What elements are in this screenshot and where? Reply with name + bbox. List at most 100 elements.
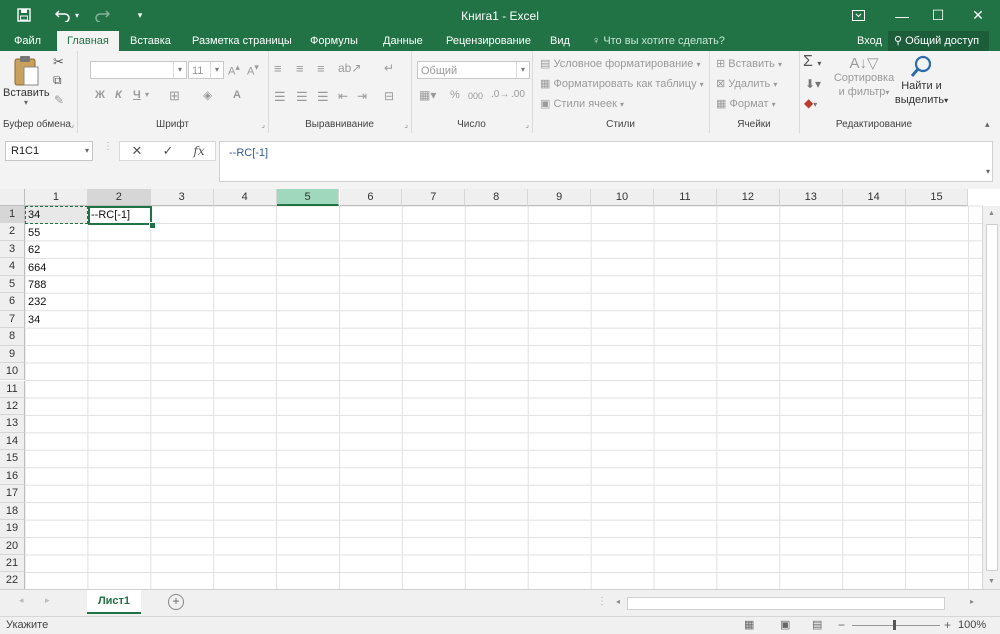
- zoom-slider-thumb[interactable]: [893, 620, 896, 630]
- scroll-left-icon[interactable]: ◂: [616, 597, 620, 606]
- column-header[interactable]: 3: [150, 189, 214, 206]
- autosum-button[interactable]: Σ ▾: [803, 53, 821, 71]
- row-header[interactable]: 7: [0, 310, 25, 329]
- column-header[interactable]: 13: [779, 189, 843, 206]
- next-sheet-icon[interactable]: ▸: [45, 595, 50, 606]
- italic-button[interactable]: К: [115, 89, 122, 101]
- row-header[interactable]: 17: [0, 485, 25, 503]
- font-size-dropdown[interactable]: 11 ▾: [188, 61, 224, 79]
- row-header[interactable]: 19: [0, 520, 25, 538]
- row-header[interactable]: 16: [0, 467, 25, 486]
- scroll-thumb[interactable]: [986, 224, 998, 571]
- sort-filter-button[interactable]: A↓▽ Сортировка и фильтр▾: [829, 56, 899, 100]
- row-header[interactable]: 5: [0, 275, 25, 294]
- zoom-level[interactable]: 100%: [958, 619, 986, 631]
- cell-r2c1[interactable]: 55: [26, 225, 40, 241]
- enter-icon[interactable]: ✓: [153, 142, 183, 160]
- bold-button[interactable]: Ж: [95, 89, 105, 101]
- add-sheet-button[interactable]: +: [168, 594, 184, 610]
- conditional-formatting-button[interactable]: ▤ Условное форматирование ▾: [540, 57, 701, 70]
- increase-indent-icon[interactable]: ⇥: [357, 89, 367, 103]
- decrease-font-icon[interactable]: A▾: [247, 62, 259, 78]
- font-color-icon[interactable]: A: [233, 89, 241, 101]
- sign-in-link[interactable]: Вход: [857, 31, 882, 51]
- column-header[interactable]: 15: [905, 189, 969, 206]
- tab-data[interactable]: Данные: [377, 31, 429, 51]
- column-header[interactable]: 14: [842, 189, 906, 206]
- cell-r4c1[interactable]: 664: [26, 260, 46, 276]
- tab-home[interactable]: Главная: [57, 31, 119, 51]
- row-header[interactable]: 18: [0, 502, 25, 521]
- decrease-decimal-icon[interactable]: .00: [511, 89, 525, 100]
- row-header[interactable]: 9: [0, 345, 25, 364]
- row-header[interactable]: 20: [0, 537, 25, 555]
- zoom-in-icon[interactable]: +: [944, 618, 951, 632]
- maximize-button[interactable]: ☐: [916, 0, 960, 31]
- format-as-table-button[interactable]: ▦ Форматировать как таблицу ▾: [540, 77, 704, 90]
- column-header[interactable]: 2: [87, 189, 151, 206]
- row-header[interactable]: 11: [0, 380, 25, 398]
- font-name-dropdown[interactable]: ▾: [90, 61, 187, 79]
- currency-icon[interactable]: ▦▾: [419, 88, 436, 102]
- page-layout-view-icon[interactable]: ▣: [780, 618, 790, 631]
- cell-r7c1[interactable]: 34: [26, 312, 40, 328]
- scroll-up-icon[interactable]: ▲: [983, 206, 1000, 222]
- align-bottom-icon[interactable]: ≡: [317, 61, 325, 76]
- underline-dropdown-icon[interactable]: ▾: [145, 90, 149, 99]
- percent-button[interactable]: %: [450, 89, 460, 101]
- name-box[interactable]: R1C1 ▾: [5, 141, 93, 161]
- find-select-button[interactable]: Найти и выделить▾: [894, 55, 949, 108]
- cell-r1c2-editing[interactable]: --RC[-1]: [89, 207, 130, 223]
- cut-icon[interactable]: ✂: [53, 54, 64, 70]
- align-left-icon[interactable]: ☰: [274, 89, 286, 105]
- tab-split-handle[interactable]: ⋮: [597, 596, 607, 607]
- row-header[interactable]: 6: [0, 293, 25, 311]
- decrease-indent-icon[interactable]: ⇤: [338, 89, 348, 103]
- cancel-icon[interactable]: ✕: [122, 142, 152, 160]
- normal-view-icon[interactable]: ▦: [744, 618, 754, 631]
- row-header[interactable]: 1: [0, 206, 25, 224]
- insert-cells-button[interactable]: ⊞ Вставить ▾: [716, 57, 782, 70]
- tell-me-search[interactable]: ♀ Что вы хотите сделать?: [592, 31, 725, 51]
- wrap-text-icon[interactable]: ↵: [384, 61, 394, 75]
- merge-center-icon[interactable]: ⊟: [384, 89, 394, 103]
- dialog-launcher-icon[interactable]: ⌟: [261, 120, 265, 129]
- increase-decimal-icon[interactable]: .0→: [491, 89, 509, 100]
- row-header[interactable]: 2: [0, 223, 25, 241]
- scroll-right-icon[interactable]: ▸: [970, 597, 974, 606]
- zoom-out-icon[interactable]: −: [838, 618, 845, 632]
- row-header[interactable]: 4: [0, 258, 25, 276]
- row-header[interactable]: 14: [0, 432, 25, 451]
- collapse-ribbon-icon[interactable]: ▴: [985, 119, 990, 130]
- dialog-launcher-icon[interactable]: ⌟: [70, 120, 74, 129]
- fill-icon[interactable]: ⬇▾: [805, 77, 821, 91]
- fill-handle[interactable]: [149, 222, 156, 229]
- fill-color-icon[interactable]: ◈: [203, 88, 212, 102]
- clear-icon[interactable]: ◆▾: [804, 96, 817, 110]
- share-button[interactable]: ⚲ Общий доступ: [888, 31, 990, 51]
- prev-sheet-icon[interactable]: ◂: [19, 595, 24, 606]
- cell-r5c1[interactable]: 788: [26, 277, 46, 293]
- align-right-icon[interactable]: ☰: [317, 89, 329, 105]
- worksheet-grid[interactable]: 1 2 3 4 5 6 7 8 9 10 11 12 13 14 15 1 2 3 4 5 6 7 8 9 10 11 12 13 1…: [0, 189, 1000, 590]
- row-header[interactable]: 10: [0, 363, 25, 381]
- column-header[interactable]: 6: [339, 189, 403, 206]
- column-header[interactable]: 4: [213, 189, 277, 206]
- tab-review[interactable]: Рецензирование: [440, 31, 537, 51]
- formula-input[interactable]: --RC[-1]: [219, 141, 993, 182]
- cell-r3c1[interactable]: 62: [26, 242, 40, 258]
- tab-view[interactable]: Вид: [544, 31, 576, 51]
- thousands-button[interactable]: 000: [468, 91, 483, 101]
- sheet-tab-active[interactable]: Лист1: [87, 590, 141, 614]
- increase-font-icon[interactable]: A▴: [228, 62, 240, 78]
- delete-cells-button[interactable]: ⊠ Удалить ▾: [716, 77, 777, 90]
- align-top-icon[interactable]: ≡: [274, 61, 282, 76]
- tab-insert[interactable]: Вставка: [124, 31, 177, 51]
- cell-r1c1[interactable]: 34: [26, 207, 40, 223]
- number-format-dropdown[interactable]: Общий ▾: [417, 61, 530, 79]
- paste-button[interactable]: Вставить ▾: [3, 55, 50, 113]
- format-cells-button[interactable]: ▦ Формат ▾: [716, 97, 776, 110]
- expand-formula-bar-icon[interactable]: ▾: [986, 167, 990, 176]
- format-painter-icon[interactable]: ✎: [54, 93, 64, 107]
- tab-formulas[interactable]: Формулы: [304, 31, 364, 51]
